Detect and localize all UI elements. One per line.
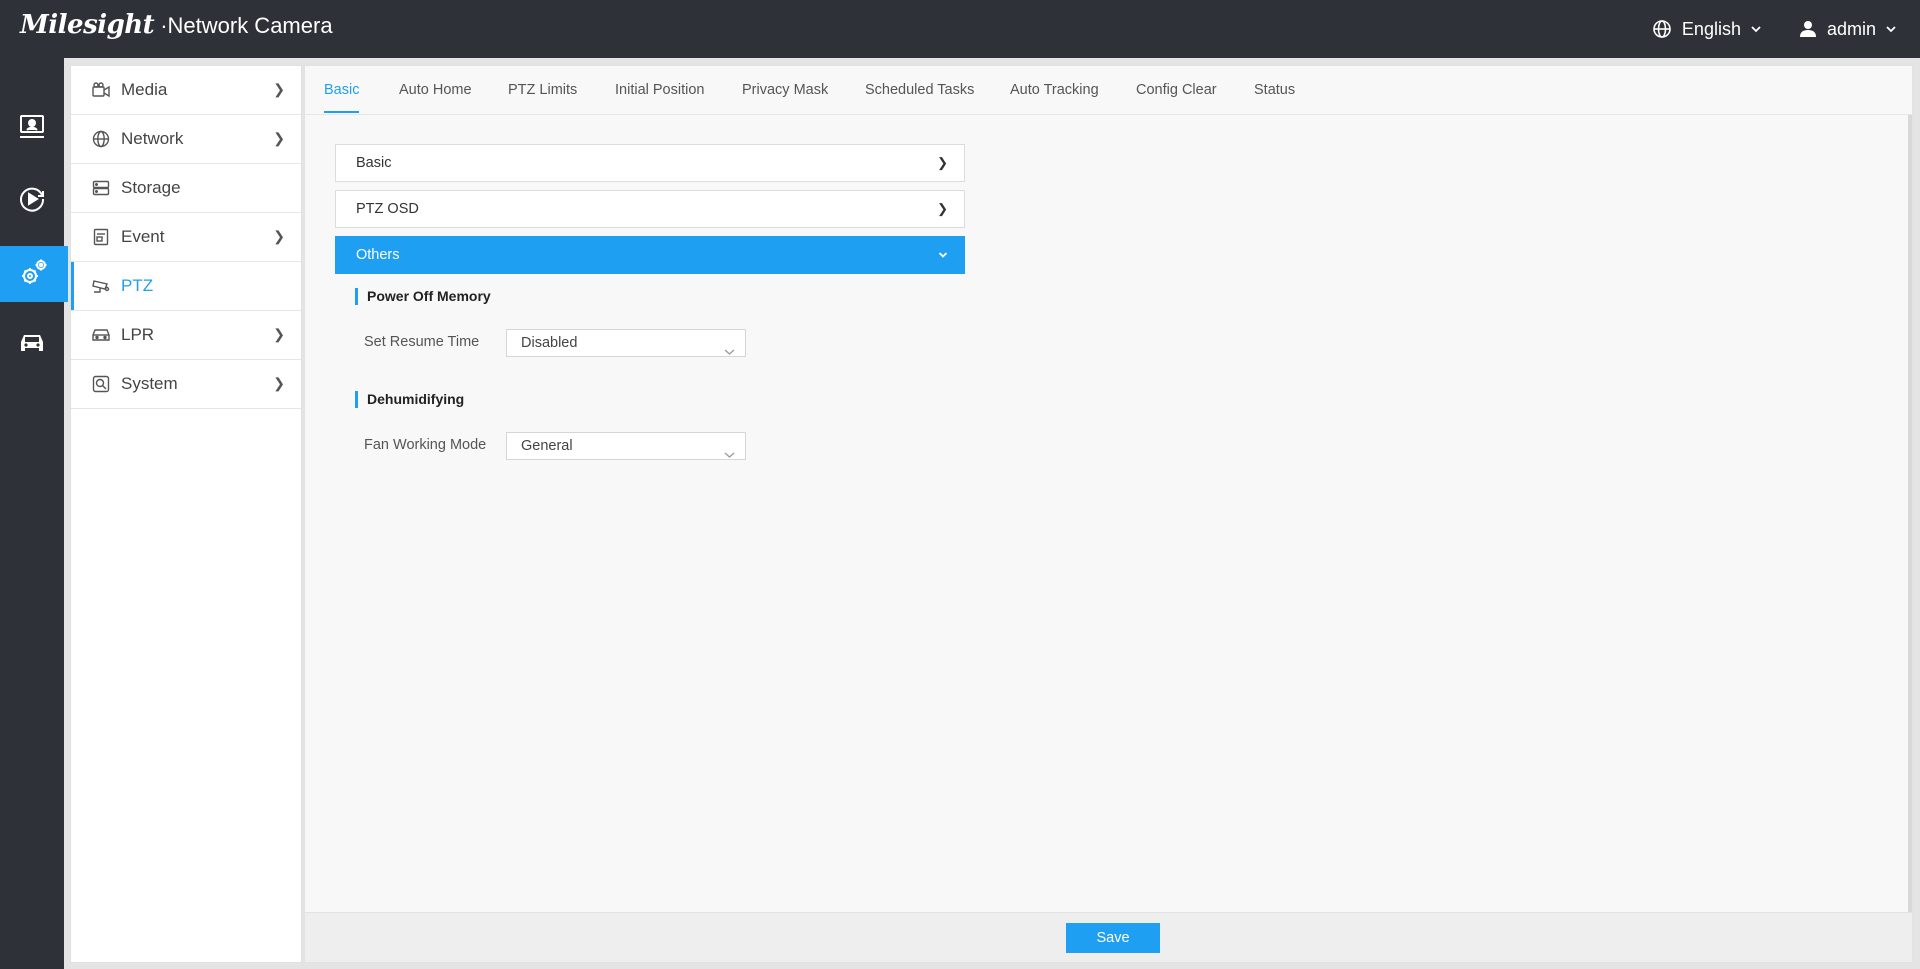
- section-dehumidifying: Dehumidifying: [355, 391, 464, 408]
- product-name: ·Network Camera: [160, 13, 333, 38]
- sidebar-item-ptz[interactable]: PTZ: [71, 262, 301, 311]
- sidebar-item-event[interactable]: Event ❯: [71, 213, 301, 262]
- chevron-down-icon: [938, 247, 948, 262]
- user-name: admin: [1826, 18, 1876, 39]
- sidebar-item-label: Network: [121, 129, 184, 148]
- tab-auto-home[interactable]: Auto Home: [399, 66, 472, 115]
- sidebar-item-network[interactable]: Network ❯: [71, 115, 301, 164]
- chevron-right-icon: ❯: [273, 81, 285, 97]
- chevron-down-icon: [724, 442, 735, 468]
- vehicle-icon: [18, 331, 46, 360]
- sidebar-item-label: System: [121, 374, 178, 393]
- sidebar-item-system[interactable]: System ❯: [71, 360, 301, 409]
- chevron-right-icon: ❯: [273, 375, 285, 391]
- tab-scheduled-tasks[interactable]: Scheduled Tasks: [865, 66, 974, 115]
- accordion-others[interactable]: Others: [335, 236, 965, 274]
- user-menu[interactable]: admin: [1799, 19, 1896, 40]
- playback-icon: [18, 185, 46, 218]
- logo-text: Milesight: [20, 10, 155, 40]
- tab-bar: Basic Auto Home PTZ Limits Initial Posit…: [305, 66, 1912, 115]
- rail-vehicle[interactable]: [0, 317, 64, 373]
- rail-live-view[interactable]: [0, 101, 64, 157]
- event-icon: [91, 227, 111, 247]
- sidebar-item-label: PTZ: [121, 276, 154, 295]
- resume-time-select[interactable]: Disabled: [506, 329, 746, 357]
- accordion-basic[interactable]: Basic ❯: [335, 144, 965, 182]
- tab-status[interactable]: Status: [1254, 66, 1295, 115]
- sidebar-item-storage[interactable]: Storage: [71, 164, 301, 213]
- brand-logo: Milesight ·Network Camera: [20, 10, 333, 40]
- rail-playback[interactable]: [0, 173, 64, 229]
- sidebar-item-lpr[interactable]: LPR ❯: [71, 311, 301, 360]
- top-header: Milesight ·Network Camera English admin: [0, 0, 1920, 58]
- globe-icon: [91, 129, 111, 149]
- footer-bar: Save: [305, 912, 1912, 962]
- rail-settings[interactable]: [0, 246, 68, 302]
- chevron-right-icon: ❯: [937, 155, 948, 170]
- accordion-label: Basic: [356, 155, 392, 171]
- chevron-down-icon: [724, 339, 735, 365]
- language-label: English: [1681, 18, 1741, 39]
- tab-config-clear[interactable]: Config Clear: [1136, 66, 1217, 115]
- settings-icon: [18, 256, 50, 293]
- select-value: Disabled: [521, 335, 578, 351]
- ptz-icon: [91, 276, 111, 296]
- sidebar-item-label: Media: [121, 80, 168, 99]
- system-icon: [91, 374, 111, 394]
- main-panel: Basic Auto Home PTZ Limits Initial Posit…: [304, 65, 1913, 963]
- save-button[interactable]: Save: [1066, 923, 1160, 953]
- user-icon: [1799, 20, 1817, 38]
- tab-ptz-limits[interactable]: PTZ Limits: [508, 66, 577, 115]
- section-power-off-memory: Power Off Memory: [355, 288, 491, 305]
- select-value: General: [521, 438, 573, 454]
- tab-auto-tracking[interactable]: Auto Tracking: [1010, 66, 1099, 115]
- chevron-right-icon: ❯: [273, 228, 285, 244]
- tab-basic[interactable]: Basic: [324, 66, 360, 115]
- scrollbar[interactable]: [1908, 115, 1912, 912]
- chevron-right-icon: ❯: [273, 130, 285, 146]
- globe-icon: [1652, 19, 1672, 39]
- storage-icon: [91, 178, 111, 198]
- sidebar-item-label: Event: [121, 227, 165, 246]
- chevron-right-icon: ❯: [937, 201, 948, 216]
- chevron-right-icon: ❯: [273, 326, 285, 342]
- live-view-icon: [18, 114, 46, 145]
- sidebar-item-label: LPR: [121, 325, 155, 344]
- accordion-label: PTZ OSD: [356, 201, 419, 217]
- car-icon: [91, 325, 111, 345]
- accordion-ptz-osd[interactable]: PTZ OSD ❯: [335, 190, 965, 228]
- fan-mode-label: Fan Working Mode: [364, 437, 487, 453]
- camera-icon: [91, 80, 111, 100]
- main-nav-rail: [0, 58, 68, 969]
- language-selector[interactable]: English: [1652, 19, 1761, 40]
- sidebar-item-media[interactable]: Media ❯: [71, 66, 301, 115]
- chevron-down-icon: [1886, 25, 1896, 33]
- settings-sidebar: Media ❯ Network ❯ Storage Event ❯ PTZ LP…: [70, 65, 302, 963]
- fan-mode-select[interactable]: General: [506, 432, 746, 460]
- tab-initial-position[interactable]: Initial Position: [615, 66, 704, 115]
- sidebar-item-label: Storage: [121, 178, 181, 197]
- tab-privacy-mask[interactable]: Privacy Mask: [742, 66, 828, 115]
- chevron-down-icon: [1751, 25, 1761, 33]
- accordion-label: Others: [356, 247, 400, 263]
- resume-time-label: Set Resume Time: [364, 334, 480, 350]
